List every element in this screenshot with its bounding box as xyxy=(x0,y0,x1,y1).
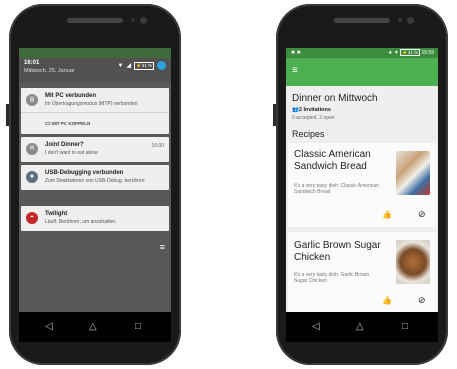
shade-time: 16:01 xyxy=(24,60,40,66)
back-icon[interactable]: ◁ xyxy=(45,321,53,332)
battery-level: 31 % xyxy=(141,62,152,68)
recents-icon[interactable]: □ xyxy=(402,321,408,332)
status-time: 15:59 xyxy=(421,50,434,56)
usb-icon: ψ xyxy=(26,94,38,106)
acceptance-status: 0 accepted, 2 open xyxy=(292,115,335,121)
event-title: Dinner on Mittwoch xyxy=(292,93,378,104)
shade-date[interactable]: Mittwoch, 25. Januar xyxy=(24,68,75,74)
dislike-icon[interactable]: ⊘ xyxy=(418,295,426,306)
home-icon[interactable]: △ xyxy=(89,321,97,332)
divider xyxy=(21,112,169,113)
notification-usb-debugging[interactable]: ● USB-Debugging verbunden Zum Deaktivier… xyxy=(21,165,169,190)
notification-twilight[interactable]: ◓ Twilight Läuft. Berühren, um anzuhalte… xyxy=(21,206,169,231)
dislike-icon[interactable]: ⊘ xyxy=(418,209,426,220)
home-icon[interactable]: △ xyxy=(356,321,364,332)
twilight-icon: ◓ xyxy=(26,212,38,224)
recipe-title: Garlic Brown Sugar Chicken xyxy=(294,240,381,263)
invitations-label: 2 Invitations xyxy=(298,107,331,113)
sensor xyxy=(131,18,135,22)
notification-time: 16:00 xyxy=(151,143,164,149)
recipe-image xyxy=(396,240,430,284)
recipe-description: It's a very tasty dish: Classic American… xyxy=(294,183,379,195)
menu-icon[interactable]: ≡ xyxy=(292,66,298,76)
front-camera xyxy=(140,17,147,24)
battery-icon: ⚡31 % xyxy=(400,49,421,56)
phone-left: 16:01 Mittwoch, 25. Januar ▼ ◢ ⚡31 % ψ M… xyxy=(6,4,181,365)
shade-status-icons: ▼ ◢ ⚡31 % xyxy=(118,61,166,70)
bug-icon: ● xyxy=(26,171,38,183)
notification-icons: ✱ ✱ xyxy=(291,50,301,56)
navigation-bar: ◁ △ □ xyxy=(19,312,171,342)
notification-text: I don't want to eat alone xyxy=(45,150,98,156)
recents-icon[interactable]: □ xyxy=(135,321,141,332)
dinner-app-screen: ✱ ✱ ★ ▼ ⚡31 % 15:59 ≡ Dinner on Mittwoch… xyxy=(286,48,438,342)
notification-joint-dinner[interactable]: ✕ Joint Dinner? I don't want to eat alon… xyxy=(21,137,169,162)
pair-pc-label: MIT PC KOPPELN xyxy=(51,121,91,126)
recipes-heading: Recipes xyxy=(292,129,325,139)
notification-text: Im Übertragungsmodus (MTP) verbunden xyxy=(45,101,138,107)
recipe-card[interactable]: Classic American Sandwich Bread It's a v… xyxy=(288,143,436,227)
status-bar: ✱ ✱ ★ ▼ ⚡31 % 15:59 xyxy=(286,48,438,58)
speaker xyxy=(67,18,123,23)
status-right: ★ ▼ ⚡31 % 15:59 xyxy=(388,49,434,56)
volume-button xyxy=(6,104,9,126)
recipe-description: It's a very tasty dish: Garlic Brown Sug… xyxy=(294,272,370,284)
sensor xyxy=(398,18,402,22)
notification-title: Joint Dinner? xyxy=(45,142,84,148)
notification-title: Mit PC verbunden xyxy=(45,93,97,99)
notification-usb[interactable]: ψ Mit PC verbunden Im Übertragungsmodus … xyxy=(21,88,169,134)
computer-icon: ▭ xyxy=(45,121,51,127)
thumbs-up-icon[interactable]: 👍 xyxy=(382,210,392,219)
back-icon[interactable]: ◁ xyxy=(312,321,320,332)
notification-title: USB-Debugging verbunden xyxy=(45,170,124,176)
wifi-icon: ▼ xyxy=(393,50,399,56)
speaker xyxy=(334,18,390,23)
battery-icon: ⚡31 % xyxy=(134,61,154,70)
notification-text: Läuft. Berühren, um anzuhalten. xyxy=(45,219,117,225)
invitations-count: 👥2 Invitations xyxy=(292,107,331,113)
recipe-image xyxy=(396,151,430,195)
signal-icon: ◢ xyxy=(126,63,132,69)
people-icon: 👥 xyxy=(292,107,299,113)
volume-button xyxy=(273,104,276,126)
account-icon[interactable] xyxy=(157,61,166,70)
notification-title: Twilight xyxy=(45,211,68,217)
star-icon: ★ xyxy=(388,50,393,56)
battery-level: 31 % xyxy=(407,50,419,55)
phone-right: ✱ ✱ ★ ▼ ⚡31 % 15:59 ≡ Dinner on Mittwoch… xyxy=(273,4,448,365)
notification-shade-screen: 16:01 Mittwoch, 25. Januar ▼ ◢ ⚡31 % ψ M… xyxy=(19,48,171,342)
thumbs-up-icon[interactable]: 👍 xyxy=(382,296,392,305)
front-camera xyxy=(407,17,414,24)
app-bar: ≡ xyxy=(286,58,438,86)
recipe-card[interactable]: Garlic Brown Sugar Chicken It's a very t… xyxy=(288,232,436,314)
wifi-icon: ▼ xyxy=(117,62,124,69)
app-background-strip xyxy=(19,48,171,58)
navigation-bar: ◁ △ □ xyxy=(286,312,438,342)
recipe-title: Classic American Sandwich Bread xyxy=(294,149,371,172)
cutlery-icon: ✕ xyxy=(26,143,38,155)
clear-all-icon[interactable]: ≡ xyxy=(160,242,165,252)
pair-pc-button[interactable]: ▭ MIT PC KOPPELN xyxy=(45,120,90,127)
notification-text: Zum Deaktivieren von USB-Debug. berühren xyxy=(45,178,145,184)
